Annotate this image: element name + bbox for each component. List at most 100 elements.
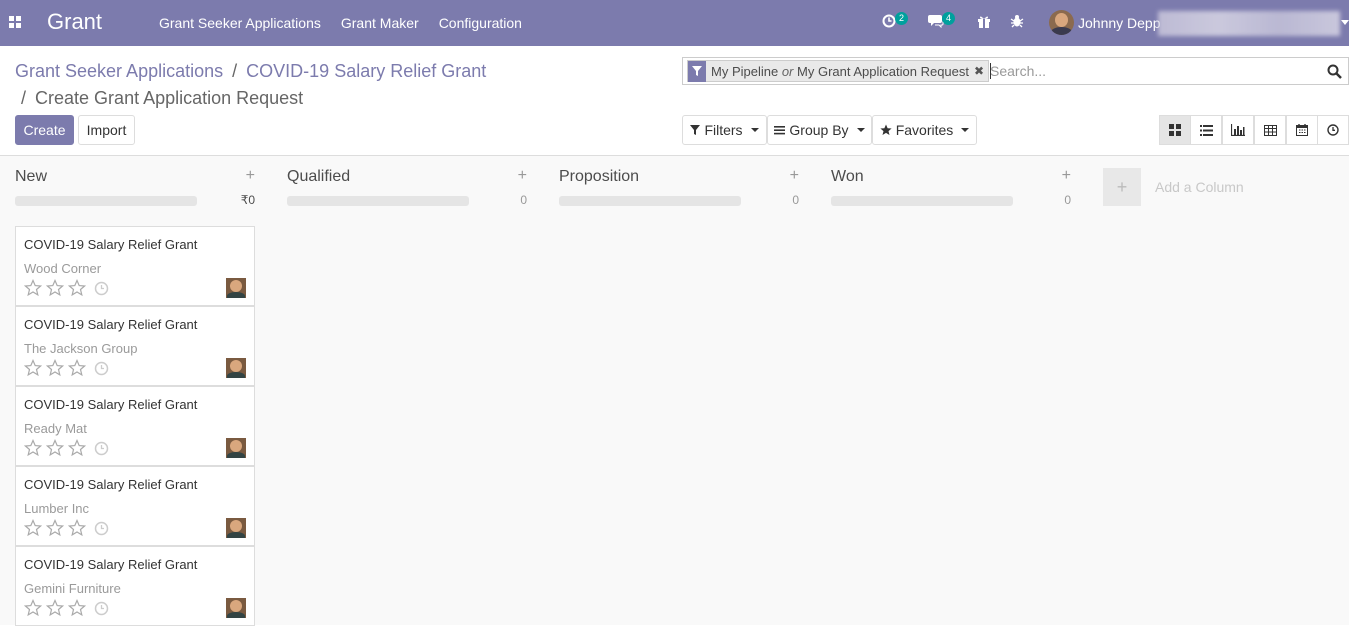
kanban-view-button[interactable]: [1159, 115, 1191, 145]
card-partner: The Jackson Group: [24, 341, 138, 356]
filters-button[interactable]: Filters: [682, 115, 767, 145]
priority-star-icon[interactable]: [46, 279, 64, 297]
breadcrumb-active: Create Grant Application Request: [35, 88, 304, 108]
app-brand[interactable]: Grant: [47, 9, 102, 35]
card-title: COVID-19 Salary Relief Grant: [24, 477, 198, 492]
main-menu: Grant Seeker Applications Grant Maker Co…: [159, 0, 542, 46]
assignee-avatar[interactable]: [226, 438, 246, 458]
activity-clock-icon[interactable]: [94, 601, 109, 616]
column-title[interactable]: Won: [831, 168, 864, 186]
priority-star-icon[interactable]: [46, 519, 64, 537]
activity-clock-icon[interactable]: [882, 14, 896, 31]
list-view-button[interactable]: [1190, 115, 1222, 145]
priority-stars: [24, 439, 86, 457]
menu-configuration[interactable]: Configuration: [439, 15, 532, 31]
facet-label: My Pipeline or My Grant Application Requ…: [706, 64, 974, 79]
kanban-card[interactable]: COVID-19 Salary Relief Grant Lumber Inc: [15, 466, 255, 546]
assignee-avatar[interactable]: [226, 278, 246, 298]
column-title[interactable]: Proposition: [559, 168, 639, 186]
quick-create-plus-icon[interactable]: +: [246, 167, 255, 185]
add-column-label: Add a Column: [1155, 179, 1244, 195]
priority-star-icon[interactable]: [24, 439, 42, 457]
priority-stars: [24, 519, 86, 537]
debug-bug-icon[interactable]: [1010, 14, 1024, 31]
gift-icon[interactable]: [977, 14, 991, 31]
priority-star-icon[interactable]: [68, 279, 86, 297]
menu-grant-seeker-applications[interactable]: Grant Seeker Applications: [159, 15, 331, 31]
user-menu[interactable]: Johnny Depp: [1049, 10, 1161, 35]
apps-grid-icon[interactable]: [9, 16, 21, 28]
card-title: COVID-19 Salary Relief Grant: [24, 557, 198, 572]
assignee-avatar[interactable]: [226, 518, 246, 538]
activity-clock-icon[interactable]: [94, 521, 109, 536]
priority-stars: [24, 359, 86, 377]
bars-icon: [774, 125, 786, 135]
filter-icon: [690, 125, 701, 135]
kanban-card[interactable]: COVID-19 Salary Relief Grant Wood Corner: [15, 226, 255, 306]
column-progressbar[interactable]: [559, 196, 741, 206]
priority-star-icon[interactable]: [68, 439, 86, 457]
priority-star-icon[interactable]: [68, 599, 86, 617]
column-progressbar[interactable]: [15, 196, 197, 206]
kanban-card[interactable]: COVID-19 Salary Relief Grant The Jackson…: [15, 306, 255, 386]
priority-star-icon[interactable]: [68, 359, 86, 377]
breadcrumb-grant-seeker-applications[interactable]: Grant Seeker Applications: [15, 61, 223, 81]
pivot-view-button[interactable]: [1254, 115, 1286, 145]
priority-star-icon[interactable]: [46, 359, 64, 377]
redacted-area: [1158, 11, 1340, 36]
column-title[interactable]: New: [15, 168, 47, 186]
priority-star-icon[interactable]: [24, 519, 42, 537]
group-by-button[interactable]: Group By: [767, 115, 872, 145]
card-partner: Lumber Inc: [24, 501, 90, 516]
priority-star-icon[interactable]: [46, 439, 64, 457]
user-name: Johnny Depp: [1078, 14, 1161, 31]
breadcrumb: Grant Seeker Applications / COVID-19 Sal…: [15, 58, 535, 112]
user-dropdown-caret-icon[interactable]: [1341, 20, 1349, 25]
star-icon: [880, 124, 892, 136]
column-progressbar[interactable]: [287, 196, 469, 206]
priority-star-icon[interactable]: [24, 359, 42, 377]
assignee-avatar[interactable]: [226, 598, 246, 618]
search-icon[interactable]: [1327, 64, 1342, 84]
card-partner: Ready Mat: [24, 421, 87, 436]
menu-grant-maker[interactable]: Grant Maker: [341, 15, 429, 31]
kanban-card[interactable]: COVID-19 Salary Relief Grant Gemini Furn…: [15, 546, 255, 626]
facet-part-2: My Grant Application Request: [797, 63, 969, 79]
kanban-card[interactable]: COVID-19 Salary Relief Grant Ready Mat: [15, 386, 255, 466]
quick-create-plus-icon[interactable]: +: [1062, 167, 1071, 185]
priority-star-icon[interactable]: [24, 599, 42, 617]
priority-star-icon[interactable]: [46, 599, 64, 617]
facet-or: or: [781, 63, 794, 79]
priority-stars: [24, 279, 86, 297]
priority-star-icon[interactable]: [68, 519, 86, 537]
activity-clock-icon[interactable]: [94, 281, 109, 296]
chevron-down-icon: [961, 128, 970, 132]
card-title: COVID-19 Salary Relief Grant: [24, 237, 198, 252]
search-input[interactable]: [990, 61, 1310, 81]
user-avatar: [1049, 10, 1074, 35]
kanban-board: New + ₹0 Qualified + 0 Proposition + 0 W…: [0, 156, 1349, 626]
create-button[interactable]: Create: [15, 115, 74, 145]
import-button[interactable]: Import: [78, 115, 135, 145]
facet-remove-icon[interactable]: ✖: [974, 64, 988, 78]
activity-view-button[interactable]: [1317, 115, 1349, 145]
chevron-down-icon: [750, 128, 759, 132]
favorites-button[interactable]: Favorites: [872, 115, 977, 145]
assignee-avatar[interactable]: [226, 358, 246, 378]
card-title: COVID-19 Salary Relief Grant: [24, 397, 198, 412]
priority-stars: [24, 599, 86, 617]
quick-create-plus-icon[interactable]: +: [790, 167, 799, 185]
card-partner: Gemini Furniture: [24, 581, 121, 596]
filter-facet-icon: [688, 60, 706, 82]
graph-view-button[interactable]: [1222, 115, 1254, 145]
breadcrumb-covid-grant[interactable]: COVID-19 Salary Relief Grant: [246, 61, 486, 81]
column-progressbar[interactable]: [831, 196, 1013, 206]
column-title[interactable]: Qualified: [287, 168, 350, 186]
priority-star-icon[interactable]: [24, 279, 42, 297]
activity-clock-icon[interactable]: [94, 441, 109, 456]
add-column-button[interactable]: + Add a Column: [1103, 168, 1244, 206]
calendar-view-button[interactable]: [1286, 115, 1318, 145]
column-sum: ₹0: [240, 193, 255, 207]
activity-clock-icon[interactable]: [94, 361, 109, 376]
quick-create-plus-icon[interactable]: +: [518, 167, 527, 185]
